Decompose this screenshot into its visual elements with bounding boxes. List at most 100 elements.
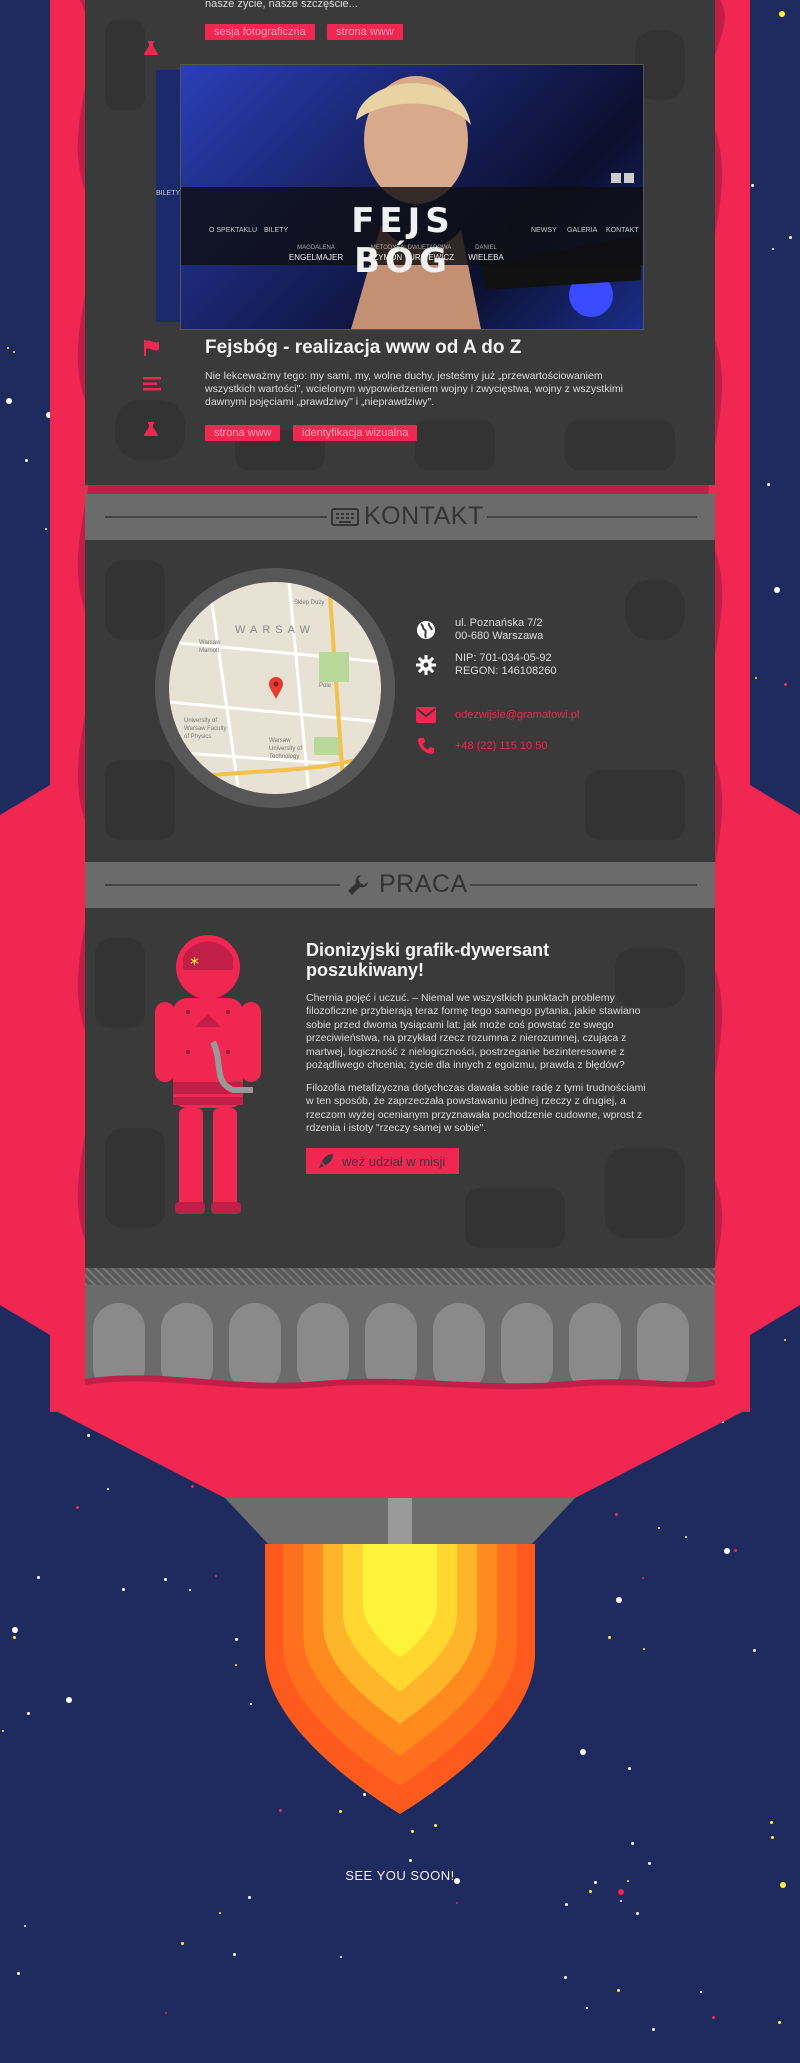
star: [588, 1889, 592, 1893]
credit-2-role: METODYKA: DWUETAPOWA: [370, 245, 452, 251]
bottom-wave: [50, 1362, 750, 1412]
svg-text:Warsaw Faculty: Warsaw Faculty: [184, 726, 226, 732]
gear-icon: [415, 654, 437, 676]
jobs-section: * Dionizyjski grafik-dywersant poszukiwa…: [85, 908, 715, 1268]
star: [586, 2007, 589, 2010]
contact-section: Sklep Duży Warsaw Marriott Pole Universit…: [85, 540, 715, 862]
star: [648, 1862, 651, 1866]
credit-1-name: ENGELMAJER: [288, 253, 344, 262]
svg-text:University of: University of: [184, 718, 217, 724]
star: [616, 1989, 620, 1993]
star: [652, 2028, 656, 2032]
svg-text:of Physics: of Physics: [184, 734, 211, 740]
nav-kontakt: KONTAKT: [606, 227, 639, 234]
nip-number: NIP: 701-034-05-92: [455, 652, 552, 664]
phone-link[interactable]: +48 (22) 115 10 50: [455, 740, 547, 753]
star: [24, 1924, 27, 1927]
email-link[interactable]: odezwijsie@gramatowi.pl: [455, 709, 579, 722]
top-tags: sesja fotograficzna strona www: [205, 22, 411, 40]
truss-band: [85, 1268, 715, 1285]
envelope-icon: [415, 704, 437, 726]
fejsbog-logo: FEJS BÓG: [351, 201, 455, 281]
star: [618, 1889, 625, 1896]
project-tags: strona www identyfikacja wizualna: [205, 423, 425, 441]
project-description: Nie lekceważmy tego: my sami, my, wolne …: [205, 370, 623, 408]
keyboard-icon: [331, 508, 359, 526]
phone-icon: [415, 735, 437, 757]
join-mission-button[interactable]: weź udział w misji: [306, 1148, 460, 1174]
credit-3-role: DANIEL: [475, 245, 497, 251]
join-mission-label: weź udział w misji: [342, 1153, 446, 1169]
flag-icon: [143, 340, 161, 356]
jobs-heading: PRACA: [379, 870, 468, 898]
contact-email: odezwijsie@gramatowi.pl: [415, 704, 579, 726]
svg-text:Warsaw: Warsaw: [199, 640, 221, 646]
map-pin-icon[interactable]: [269, 677, 283, 699]
svg-text:Pole: Pole: [319, 683, 332, 689]
jobs-section-header: PRACA: [85, 862, 715, 908]
star: [434, 1823, 438, 1827]
svg-text:Marriott: Marriott: [199, 648, 220, 654]
project-title[interactable]: Fejsbóg - realizacja www od A do Z: [205, 337, 521, 359]
footer-text: SEE YOU SOON!: [345, 1868, 455, 1883]
social-icon-2[interactable]: [624, 173, 634, 183]
star: [165, 2011, 168, 2014]
screenshot-back[interactable]: BILETY: [156, 70, 181, 322]
credit-1-role: MAGDALENA: [297, 245, 335, 251]
star: [700, 1990, 703, 1993]
social-icon-1[interactable]: [611, 173, 621, 183]
tag-website[interactable]: strona www: [205, 425, 281, 441]
tag-photo-session[interactable]: sesja fotograficzna: [205, 24, 315, 40]
star: [17, 1971, 21, 1975]
star: [631, 1841, 635, 1845]
nav-newsy: NEWSY: [531, 227, 557, 234]
job-paragraph-2: Filozofia metafizyczna dotychczas dawała…: [306, 1082, 646, 1135]
address-line-2: 00-680 Warszawa: [455, 630, 544, 642]
map[interactable]: Sklep Duży Warsaw Marriott Pole Universit…: [169, 582, 381, 794]
star: [620, 1900, 623, 1903]
tag-website[interactable]: strona www: [327, 24, 403, 40]
svg-text:University of: University of: [269, 746, 302, 752]
star: [247, 1895, 251, 1899]
star: [232, 1952, 236, 1956]
rocket-icon: [318, 1153, 334, 1169]
regon-number: REGON: 146108260: [455, 665, 557, 677]
nav-galeria: GALERIA: [567, 227, 598, 234]
map-city-label: WARSAW: [235, 624, 315, 636]
nav-o-spektaklu: O SPEKTAKLU: [209, 227, 258, 234]
nav-bilety: BILETY: [264, 227, 289, 234]
star: [564, 1976, 568, 1980]
wrench-icon: [347, 874, 369, 896]
star: [411, 1830, 415, 1834]
teaser-text: nasze życie, nasze szczęście...: [205, 0, 358, 10]
contact-company-ids: NIP: 701-034-05-92 REGON: 146108260: [415, 652, 557, 678]
list-icon: [143, 376, 161, 392]
contact-section-header: KONTAKT: [85, 494, 715, 540]
astronaut-illustration: *: [155, 935, 261, 1214]
address-line-1: ul. Poznańska 7/2: [455, 617, 543, 629]
svg-text:Warsaw: Warsaw: [269, 738, 291, 744]
job-title: Dionizyjski grafik-dywersant poszukiwany…: [306, 940, 550, 980]
flask-icon: [143, 421, 159, 437]
star: [712, 2016, 716, 2020]
star: [770, 1836, 774, 1840]
star: [180, 1941, 184, 1945]
nozzle-stripe: [388, 1498, 412, 1546]
star: [455, 1901, 458, 1904]
left-wing: [0, 785, 50, 1335]
tag-visual-identity[interactable]: identyfikacja wizualna: [292, 425, 418, 441]
contact-phone: +48 (22) 115 10 50: [415, 735, 547, 757]
star: [339, 1956, 342, 1959]
svg-text:*: *: [190, 954, 199, 975]
star: [777, 2021, 781, 2025]
job-paragraph-1: Chernia pojęć i uczuć. – Niemal we wszys…: [306, 992, 641, 1072]
star: [565, 1903, 569, 1907]
star: [769, 1820, 773, 1824]
star: [219, 1911, 222, 1914]
credit-3-name: WIELEBA: [468, 253, 504, 262]
contact-heading: KONTAKT: [364, 502, 484, 530]
right-wing: [750, 785, 800, 1335]
star: [635, 1912, 639, 1916]
project-screenshot[interactable]: O SPEKTAKLU BILETY NEWSY GALERIA KONTAKT…: [180, 64, 644, 330]
svg-text:Technology: Technology: [269, 754, 299, 760]
